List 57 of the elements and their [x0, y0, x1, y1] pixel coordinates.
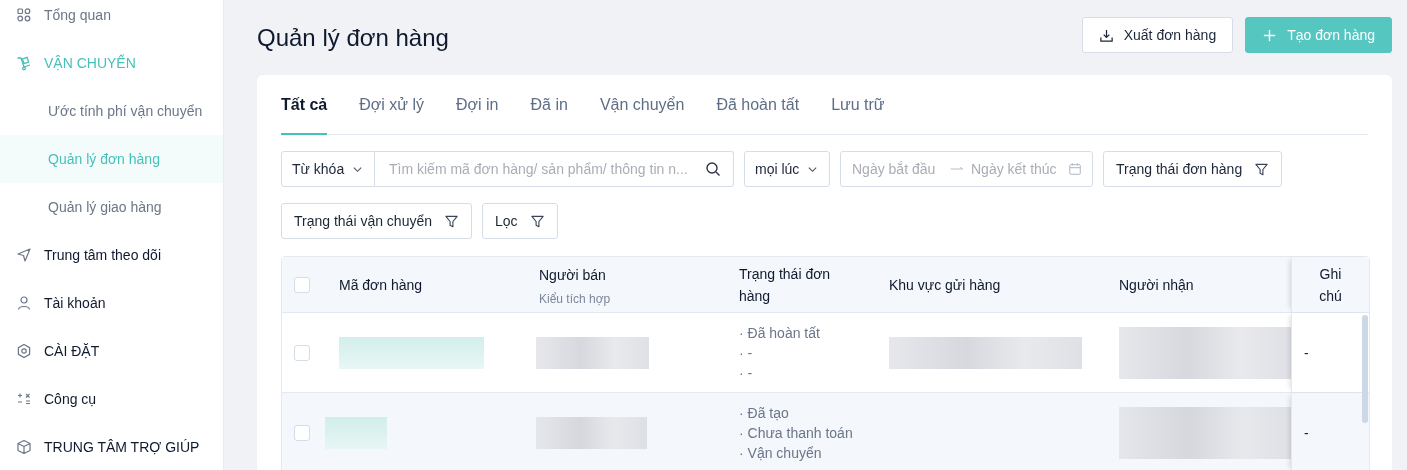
cube-icon — [16, 439, 32, 455]
note-cell: - — [1304, 424, 1309, 441]
column-header: Người bán — [539, 265, 607, 285]
filter-button[interactable]: Trạng thái vận chuyển — [281, 203, 472, 239]
status-line: · - — [739, 364, 754, 381]
sidebar-item[interactable]: Tổng quan — [0, 0, 223, 39]
column-subheader: Kiểu tích hợp — [539, 291, 612, 306]
grid-icon — [16, 7, 32, 23]
filter-button[interactable]: Trạng thái đơn hàng — [1103, 151, 1283, 187]
filter-button[interactable]: Lọc — [482, 203, 558, 239]
blurred-text — [325, 416, 387, 449]
status-line: · Vận chuyển — [739, 444, 823, 461]
search-field[interactable]: Tìm kiếm mã đơn hàng/ sản phẩm/ thông tin n... — [375, 151, 734, 187]
tab[interactable]: Đợi xử lý — [359, 75, 424, 135]
status-line: · Đã hoàn tất — [739, 324, 821, 341]
tab[interactable]: Đã hoàn tất — [716, 75, 800, 135]
download-icon — [1098, 27, 1114, 43]
sidebar-item[interactable]: Tài khoản — [0, 279, 223, 327]
sidebar-subitem[interactable]: Ước tính phí vận chuyển — [0, 87, 223, 135]
column-header: Trạng thái đơn hàng — [739, 264, 832, 306]
row-checkbox[interactable] — [294, 424, 310, 441]
sidebar-subitem[interactable]: Quản lý giao hàng — [0, 183, 223, 231]
send-icon — [16, 247, 32, 263]
sidebar-item[interactable]: CÀI ĐẶT — [0, 327, 223, 375]
arrow-right-icon — [949, 165, 965, 173]
page-title: Quản lý đơn hàng — [257, 23, 449, 52]
keyword-select[interactable]: Từ khóa — [281, 151, 375, 187]
tab[interactable]: Vận chuyển — [599, 75, 685, 135]
select-all-checkbox[interactable] — [294, 276, 310, 293]
status-line: · - — [739, 344, 754, 361]
funnel-icon — [1254, 161, 1270, 177]
user-icon — [16, 295, 32, 311]
tab[interactable]: Đợi in — [456, 75, 499, 135]
sidebar-item[interactable]: Trung tâm theo dõi — [0, 231, 223, 279]
column-header: Người nhận — [1119, 275, 1195, 295]
status-line: · Chưa thanh toán — [739, 424, 854, 441]
search-icon — [705, 161, 721, 177]
sidebar-item[interactable]: Công cụ — [0, 375, 223, 423]
funnel-icon — [444, 213, 459, 229]
column-header: Khu vực gửi hàng — [889, 275, 1002, 295]
sidebar-item[interactable]: TRUNG TÂM TRỢ GIÚP — [0, 423, 223, 470]
tab[interactable]: Lưu trữ — [831, 75, 885, 135]
funnel-icon — [529, 213, 545, 229]
column-header: Ghi chú — [1318, 264, 1343, 306]
export-button[interactable]: Xuất đơn hàng — [1081, 17, 1234, 53]
column-header: Mã đơn hàng — [339, 275, 424, 295]
hexagon-icon — [16, 343, 32, 359]
tab[interactable]: Tất cả — [281, 75, 328, 135]
calculator-icon — [16, 391, 32, 407]
time-select[interactable]: mọi lúc — [744, 151, 830, 187]
scrollbar-thumb[interactable] — [1362, 315, 1368, 423]
status-line: · Đã tạo — [739, 404, 790, 421]
note-cell: - — [1304, 344, 1309, 361]
row-checkbox[interactable] — [294, 344, 310, 361]
calendar-icon — [1068, 162, 1082, 176]
tab[interactable]: Đã in — [530, 75, 568, 135]
plus-icon — [1262, 27, 1278, 43]
